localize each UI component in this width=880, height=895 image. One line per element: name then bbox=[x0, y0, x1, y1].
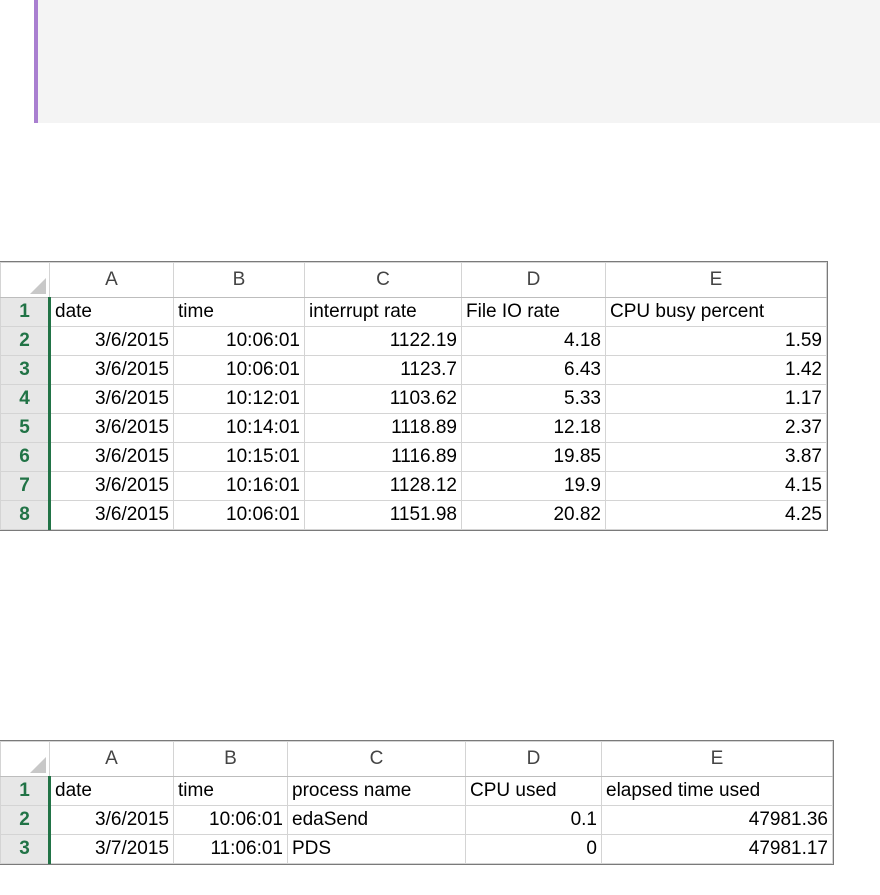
spreadsheet-cpu-metrics: A B C D E 1 date time interrupt rate Fil… bbox=[0, 261, 828, 531]
cell[interactable]: 1103.62 bbox=[304, 384, 462, 414]
column-header-b[interactable]: B bbox=[173, 262, 305, 298]
cell[interactable]: elapsed time used bbox=[601, 776, 833, 806]
cell[interactable]: 19.9 bbox=[461, 471, 606, 501]
column-header-a[interactable]: A bbox=[49, 262, 174, 298]
cell[interactable]: 2.37 bbox=[605, 413, 827, 443]
cell[interactable]: 10:14:01 bbox=[173, 413, 305, 443]
table-row: 4 3/6/2015 10:12:01 1103.62 5.33 1.17 bbox=[0, 384, 827, 414]
cell[interactable]: 5.33 bbox=[461, 384, 606, 414]
cell[interactable]: 1118.89 bbox=[304, 413, 462, 443]
column-header-c[interactable]: C bbox=[287, 741, 466, 777]
select-all-triangle-icon bbox=[30, 278, 46, 294]
cell[interactable]: 10:06:01 bbox=[173, 500, 305, 530]
cell[interactable]: edaSend bbox=[287, 805, 466, 835]
cell[interactable]: 1.42 bbox=[605, 355, 827, 385]
callout-box bbox=[34, 0, 880, 123]
row-header[interactable]: 1 bbox=[0, 297, 51, 327]
cell[interactable]: 1122.19 bbox=[304, 326, 462, 356]
table-row: 3 3/6/2015 10:06:01 1123.7 6.43 1.42 bbox=[0, 355, 827, 385]
cell[interactable]: date bbox=[49, 297, 174, 327]
table-row: 2 3/6/2015 10:06:01 edaSend 0.1 47981.36 bbox=[0, 805, 833, 835]
column-header-a[interactable]: A bbox=[49, 741, 174, 777]
cell[interactable]: 10:06:01 bbox=[173, 326, 305, 356]
cell[interactable]: 4.18 bbox=[461, 326, 606, 356]
cell[interactable]: 20.82 bbox=[461, 500, 606, 530]
select-all-corner[interactable] bbox=[0, 262, 50, 298]
column-header-d[interactable]: D bbox=[465, 741, 602, 777]
cell[interactable]: 3/6/2015 bbox=[49, 326, 174, 356]
row-header[interactable]: 2 bbox=[0, 805, 51, 835]
cell[interactable]: 10:16:01 bbox=[173, 471, 305, 501]
table-row: 2 3/6/2015 10:06:01 1122.19 4.18 1.59 bbox=[0, 326, 827, 356]
column-header-b[interactable]: B bbox=[173, 741, 288, 777]
cell[interactable]: 0 bbox=[465, 834, 602, 864]
cell[interactable]: 3/6/2015 bbox=[49, 500, 174, 530]
cell[interactable]: 1116.89 bbox=[304, 442, 462, 472]
column-header-d[interactable]: D bbox=[461, 262, 606, 298]
select-all-corner[interactable] bbox=[0, 741, 50, 777]
row-header[interactable]: 8 bbox=[0, 500, 51, 530]
table-row: 3 3/7/2015 11:06:01 PDS 0 47981.17 bbox=[0, 834, 833, 864]
cell[interactable]: 1123.7 bbox=[304, 355, 462, 385]
cell[interactable]: 1.59 bbox=[605, 326, 827, 356]
row-header[interactable]: 2 bbox=[0, 326, 51, 356]
column-header-c[interactable]: C bbox=[304, 262, 462, 298]
cell[interactable]: CPU busy percent bbox=[605, 297, 827, 327]
cell[interactable]: 12.18 bbox=[461, 413, 606, 443]
cell[interactable]: CPU used bbox=[465, 776, 602, 806]
cell[interactable]: 1151.98 bbox=[304, 500, 462, 530]
table-row: 5 3/6/2015 10:14:01 1118.89 12.18 2.37 bbox=[0, 413, 827, 443]
cell[interactable]: time bbox=[173, 776, 288, 806]
cell[interactable]: time bbox=[173, 297, 305, 327]
cell[interactable]: 1128.12 bbox=[304, 471, 462, 501]
cell[interactable]: 0.1 bbox=[465, 805, 602, 835]
select-all-triangle-icon bbox=[30, 757, 46, 773]
column-header-row: A B C D E bbox=[0, 262, 827, 298]
cell[interactable]: 3/6/2015 bbox=[49, 355, 174, 385]
row-header[interactable]: 3 bbox=[0, 355, 51, 385]
row-header[interactable]: 1 bbox=[0, 776, 51, 806]
table-row: 1 date time process name CPU used elapse… bbox=[0, 776, 833, 806]
row-header[interactable]: 4 bbox=[0, 384, 51, 414]
cell[interactable]: 3/7/2015 bbox=[49, 834, 174, 864]
cell[interactable]: 3/6/2015 bbox=[49, 442, 174, 472]
row-header[interactable]: 7 bbox=[0, 471, 51, 501]
cell[interactable]: 3/6/2015 bbox=[49, 413, 174, 443]
column-header-e[interactable]: E bbox=[601, 741, 833, 777]
table-row: 6 3/6/2015 10:15:01 1116.89 19.85 3.87 bbox=[0, 442, 827, 472]
cell[interactable]: 3/6/2015 bbox=[49, 805, 174, 835]
cell[interactable]: process name bbox=[287, 776, 466, 806]
cell[interactable]: 10:12:01 bbox=[173, 384, 305, 414]
cell[interactable]: PDS bbox=[287, 834, 466, 864]
cell[interactable]: 47981.36 bbox=[601, 805, 833, 835]
spreadsheet-process-usage: A B C D E 1 date time process name CPU u… bbox=[0, 740, 834, 865]
cell[interactable]: 4.25 bbox=[605, 500, 827, 530]
cell[interactable]: 3.87 bbox=[605, 442, 827, 472]
row-header[interactable]: 3 bbox=[0, 834, 51, 864]
cell[interactable]: 47981.17 bbox=[601, 834, 833, 864]
cell[interactable]: 1.17 bbox=[605, 384, 827, 414]
table-row: 8 3/6/2015 10:06:01 1151.98 20.82 4.25 bbox=[0, 500, 827, 530]
cell[interactable]: 3/6/2015 bbox=[49, 384, 174, 414]
column-header-row: A B C D E bbox=[0, 741, 833, 777]
row-header[interactable]: 6 bbox=[0, 442, 51, 472]
cell[interactable]: 4.15 bbox=[605, 471, 827, 501]
cell[interactable]: 19.85 bbox=[461, 442, 606, 472]
cell[interactable]: date bbox=[49, 776, 174, 806]
column-header-e[interactable]: E bbox=[605, 262, 827, 298]
cell[interactable]: 10:06:01 bbox=[173, 355, 305, 385]
cell[interactable]: 6.43 bbox=[461, 355, 606, 385]
cell[interactable]: File IO rate bbox=[461, 297, 606, 327]
table-row: 7 3/6/2015 10:16:01 1128.12 19.9 4.15 bbox=[0, 471, 827, 501]
cell[interactable]: interrupt rate bbox=[304, 297, 462, 327]
table-row: 1 date time interrupt rate File IO rate … bbox=[0, 297, 827, 327]
cell[interactable]: 10:06:01 bbox=[173, 805, 288, 835]
cell[interactable]: 11:06:01 bbox=[173, 834, 288, 864]
cell[interactable]: 3/6/2015 bbox=[49, 471, 174, 501]
cell[interactable]: 10:15:01 bbox=[173, 442, 305, 472]
row-header[interactable]: 5 bbox=[0, 413, 51, 443]
